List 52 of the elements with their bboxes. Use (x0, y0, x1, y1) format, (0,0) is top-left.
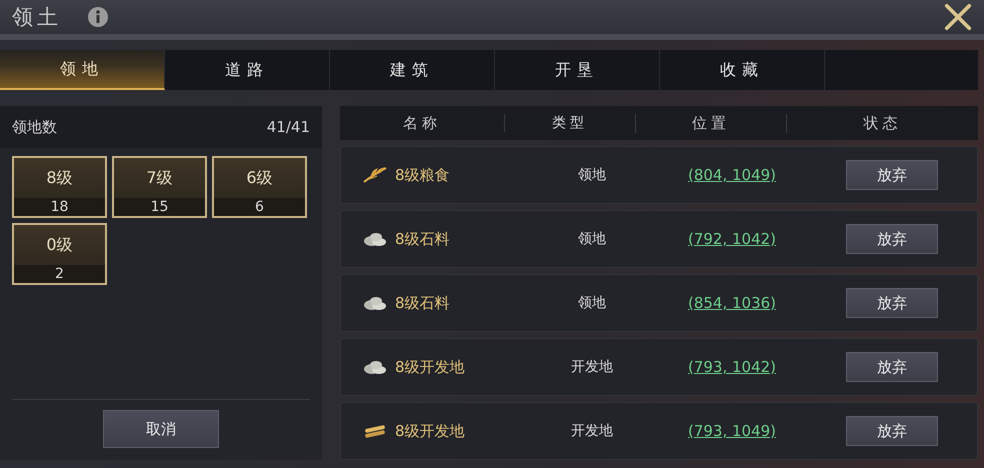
coordinates-link[interactable]: (793, 1042) (688, 358, 776, 376)
territory-type: 开发地 (570, 422, 614, 440)
summary-label: 领地数 (12, 118, 57, 136)
column-header: 状态 (786, 114, 978, 132)
tab[interactable]: 建筑 (330, 50, 495, 90)
territory-name: 8级石料 (395, 230, 450, 248)
rocks-icon (363, 231, 387, 247)
territory-name: 8级开发地 (395, 358, 465, 376)
territory-type: 开发地 (570, 358, 614, 376)
level-card[interactable]: 8级 18 (12, 156, 107, 218)
level-count: 2 (14, 265, 105, 283)
abandon-button[interactable]: 放弃 (846, 352, 938, 382)
territory-type: 领地 (577, 294, 607, 312)
level-label: 8级 (45, 166, 74, 188)
column-header: 位置 (635, 114, 786, 132)
level-label: 6级 (245, 166, 274, 188)
logs-icon (363, 423, 387, 439)
column-header: 名称 (402, 114, 442, 132)
coordinates-link[interactable]: (854, 1036) (688, 294, 776, 312)
level-count: 15 (114, 198, 205, 216)
tab[interactable]: 道路 (165, 50, 330, 90)
level-card[interactable]: 0级 2 (12, 223, 107, 285)
summary-count: 41/41 (266, 118, 310, 136)
abandon-button[interactable]: 放弃 (846, 288, 938, 318)
tab[interactable]: 收藏 (660, 50, 825, 90)
level-card[interactable]: 7级 15 (112, 156, 207, 218)
abandon-button[interactable]: 放弃 (846, 224, 938, 254)
level-count: 18 (14, 198, 105, 216)
abandon-button[interactable]: 放弃 (846, 416, 938, 446)
territory-type: 领地 (577, 230, 607, 248)
level-label: 7级 (145, 166, 174, 188)
tab[interactable]: 领地 (0, 50, 165, 90)
rocks-icon (363, 359, 387, 375)
territory-name: 8级石料 (395, 294, 450, 312)
column-header: 类型 (504, 114, 635, 132)
level-label: 0级 (45, 234, 74, 256)
level-card[interactable]: 6级 6 (212, 156, 307, 218)
territory-type: 领地 (577, 166, 607, 184)
info-icon[interactable] (88, 7, 108, 27)
rocks-icon (363, 295, 387, 311)
coordinates-link[interactable]: (793, 1049) (688, 422, 776, 440)
coordinates-link[interactable]: (804, 1049) (688, 166, 776, 184)
close-icon[interactable] (944, 3, 972, 31)
wheat-icon (363, 167, 387, 183)
coordinates-link[interactable]: (792, 1042) (688, 230, 776, 248)
abandon-button[interactable]: 放弃 (846, 160, 938, 190)
cancel-button[interactable]: 取消 (103, 410, 219, 448)
territory-name: 8级粮食 (395, 166, 450, 184)
window-title: 领土 (12, 4, 62, 31)
tab[interactable]: 开垦 (495, 50, 660, 90)
level-count: 6 (214, 198, 305, 216)
territory-name: 8级开发地 (395, 422, 465, 440)
